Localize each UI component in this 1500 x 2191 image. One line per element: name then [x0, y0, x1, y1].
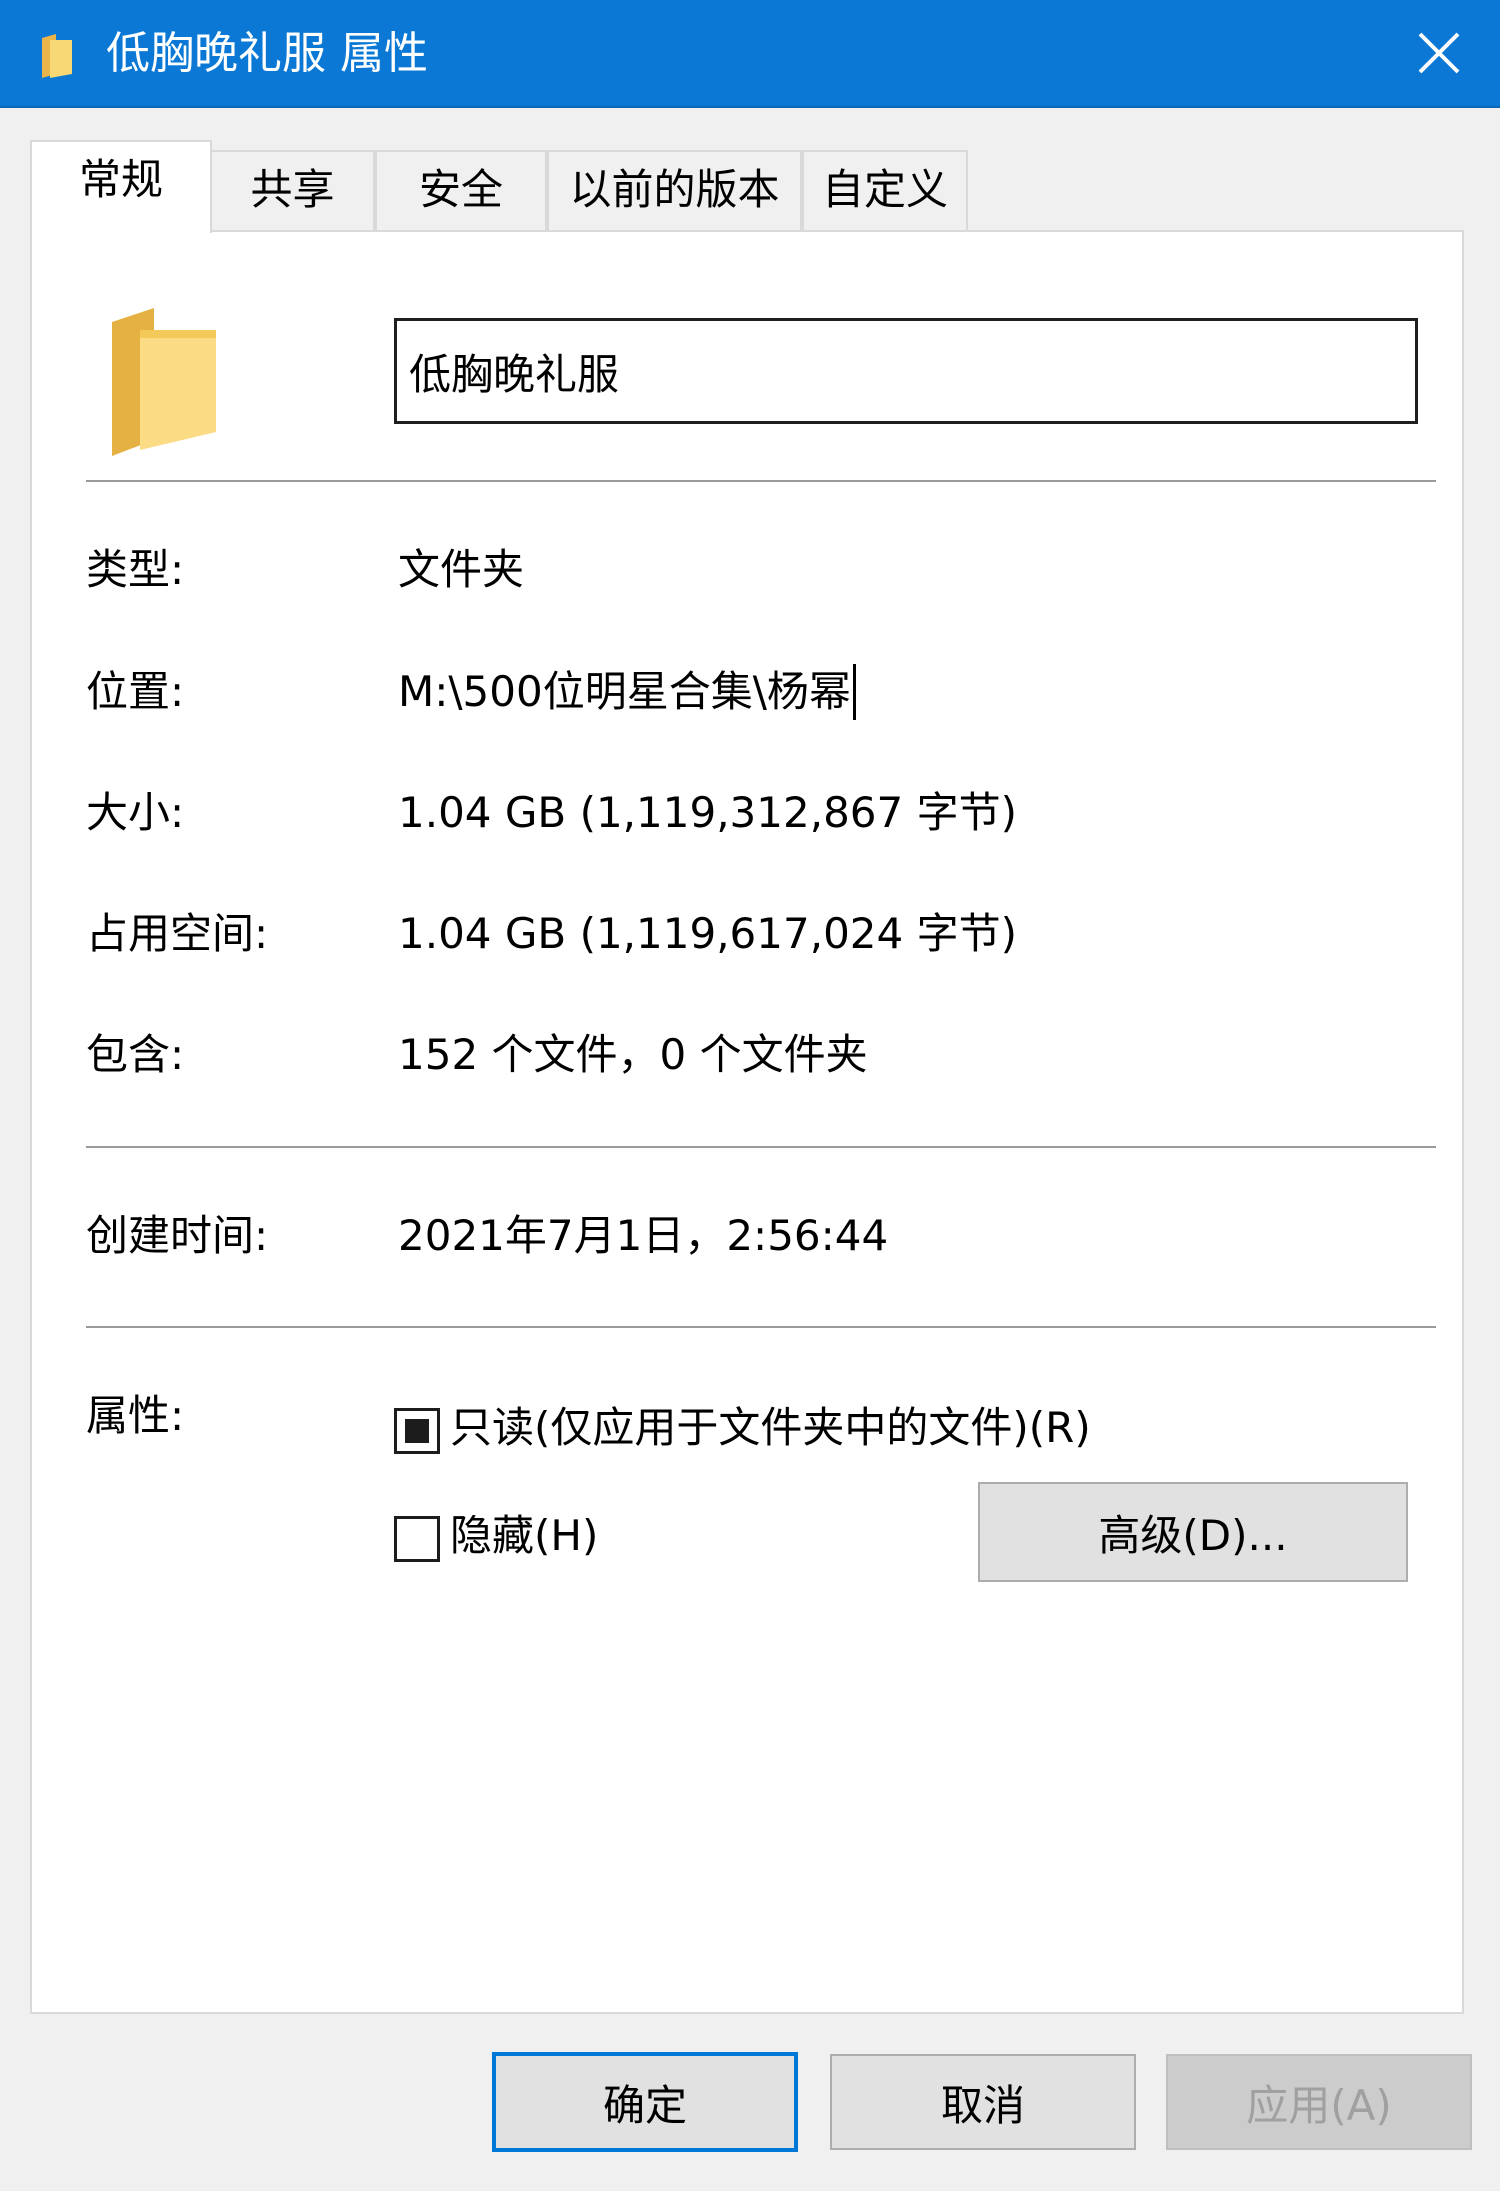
- attributes-label: 属性:: [86, 1391, 185, 1440]
- folder-icon: [112, 308, 216, 456]
- created-value: 2021年7月1日，2:56:44: [398, 1211, 889, 1260]
- type-value: 文件夹: [398, 545, 525, 594]
- advanced-button[interactable]: 高级(D)...: [978, 1482, 1408, 1582]
- tab-security[interactable]: 安全: [375, 150, 547, 230]
- size-label: 大小:: [86, 788, 185, 837]
- tab-sharing[interactable]: 共享: [210, 150, 375, 230]
- type-label: 类型:: [86, 545, 185, 594]
- size-value: 1.04 GB (1,119,312,867 字节): [398, 788, 1017, 837]
- apply-button[interactable]: 应用(A): [1166, 2054, 1472, 2150]
- location-value-container[interactable]: M:\500位明星合集\杨幂: [398, 664, 856, 720]
- divider: [86, 1146, 1436, 1148]
- location-label: 位置:: [86, 667, 185, 716]
- general-panel: 类型: 文件夹 位置: M:\500位明星合集\杨幂 大小: 1.04 GB (…: [30, 230, 1464, 2014]
- folder-icon: [42, 34, 72, 78]
- location-value[interactable]: M:\500位明星合集\杨幂: [398, 667, 851, 716]
- hidden-label[interactable]: 隐藏(H): [450, 1508, 598, 1564]
- divider: [86, 480, 1436, 482]
- window-title: 低胸晚礼服 属性: [106, 28, 428, 79]
- text-caret: [852, 664, 856, 720]
- readonly-checkbox[interactable]: [394, 1408, 440, 1454]
- created-label: 创建时间:: [86, 1211, 269, 1260]
- hidden-checkbox[interactable]: [394, 1516, 440, 1562]
- folder-name-input[interactable]: [394, 318, 1418, 424]
- contains-value: 152 个文件，0 个文件夹: [398, 1030, 868, 1079]
- tab-previous-versions[interactable]: 以前的版本: [547, 150, 802, 230]
- cancel-button[interactable]: 取消: [830, 2054, 1136, 2150]
- contains-label: 包含:: [86, 1030, 185, 1079]
- disk-size-value: 1.04 GB (1,119,617,024 字节): [398, 909, 1017, 958]
- close-icon: [1418, 32, 1460, 74]
- tab-general[interactable]: 常规: [30, 140, 212, 233]
- close-button[interactable]: [1378, 0, 1500, 106]
- title-bar: 低胸晚礼服 属性: [0, 0, 1500, 108]
- ok-button[interactable]: 确定: [492, 2052, 798, 2152]
- divider: [86, 1326, 1436, 1328]
- disk-size-label: 占用空间:: [86, 909, 269, 958]
- readonly-label[interactable]: 只读(仅应用于文件夹中的文件)(R): [450, 1400, 1091, 1456]
- tab-customize[interactable]: 自定义: [802, 150, 968, 230]
